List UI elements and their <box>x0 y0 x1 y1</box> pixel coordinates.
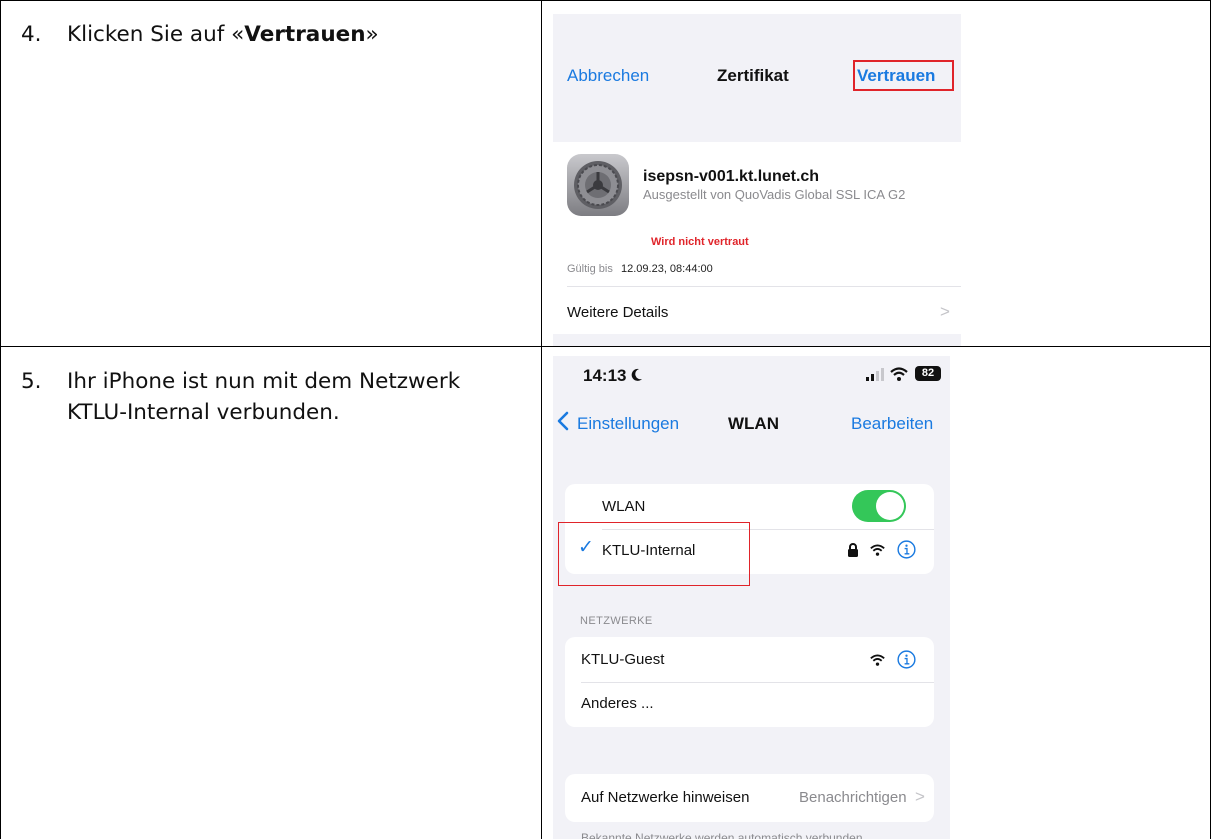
moon-icon <box>631 368 643 381</box>
settings-gear-icon <box>567 154 629 216</box>
network-name[interactable]: Anderes ... <box>581 695 654 712</box>
info-icon[interactable] <box>897 540 916 559</box>
info-icon[interactable] <box>897 650 916 669</box>
networks-section-header: NETZWERKE <box>580 615 653 627</box>
valid-until-value: 12.09.23, 08:44:00 <box>621 263 713 275</box>
wifi-icon <box>870 544 885 556</box>
certificate-title: Zertifikat <box>717 66 789 85</box>
chevron-left-icon[interactable] <box>556 411 570 436</box>
lock-icon <box>848 543 858 557</box>
trust-button-highlight <box>853 60 954 91</box>
step-number: 5. <box>21 369 42 394</box>
step-text-bold: Vertrauen <box>244 22 366 47</box>
table-column-divider <box>541 0 542 839</box>
certificate-issuer: Ausgestellt von QuoVadis Global SSL ICA … <box>643 187 906 202</box>
notify-card[interactable]: Auf Netzwerke hinweisen Benachrichtigen … <box>565 774 934 822</box>
table-left-border <box>0 0 1 839</box>
bottom-background <box>553 334 961 346</box>
wlan-screenshot: 14:13 82 Einstellungen WLAN Bearbeiten W… <box>553 356 950 839</box>
network-name[interactable]: KTLU-Guest <box>581 651 664 668</box>
battery-icon: 82 <box>915 366 941 381</box>
instruction-table: 4. Klicken Sie auf «Vertrauen» 5. Ihr iP… <box>0 0 1211 839</box>
chevron-right-icon: > <box>940 302 950 321</box>
edit-button[interactable]: Bearbeiten <box>851 414 933 434</box>
table-row-divider <box>0 346 1211 347</box>
valid-until-label: Gültig bis <box>567 263 613 275</box>
networks-card: KTLU-Guest Anderes ... <box>565 637 934 727</box>
page-title: WLAN <box>728 414 779 433</box>
cellular-signal-icon <box>866 368 884 381</box>
back-button[interactable]: Einstellungen <box>577 414 679 434</box>
certificate-screenshot: Abbrechen Zertifikat Vertrauen isepsn-v0… <box>553 14 961 346</box>
connected-network-highlight <box>558 522 750 586</box>
wifi-icon <box>890 367 908 381</box>
step-text-prefix: Klicken Sie auf « <box>67 22 245 47</box>
chevron-right-icon: > <box>915 787 925 806</box>
step-text: Klicken Sie auf «Vertrauen» <box>67 19 527 50</box>
cancel-button[interactable]: Abbrechen <box>567 66 649 86</box>
known-networks-footer: Bekannte Netzwerke werden automatisch ve… <box>581 831 866 839</box>
certificate-hostname: isepsn-v001.kt.lunet.ch <box>643 168 820 185</box>
trust-status: Wird nicht vertraut <box>651 236 749 248</box>
toggle-knob <box>876 492 904 520</box>
wlan-toggle[interactable] <box>852 490 906 522</box>
divider <box>581 682 934 683</box>
wifi-icon <box>870 654 885 666</box>
divider <box>567 286 961 287</box>
more-details-row[interactable]: Weitere Details <box>567 304 668 321</box>
table-top-border <box>0 0 1211 1</box>
notify-networks-label: Auf Netzwerke hinweisen <box>581 789 750 806</box>
step-text-suffix: » <box>365 22 379 47</box>
notify-networks-value: Benachrichtigen <box>799 789 907 806</box>
status-time: 14:13 <box>583 366 643 386</box>
battery-level: 82 <box>921 367 935 379</box>
wlan-toggle-label: WLAN <box>602 498 646 515</box>
status-time-text: 14:13 <box>583 366 627 385</box>
step-text: Ihr iPhone ist nun mit dem Netzwerk KTLU… <box>67 369 461 425</box>
step-number: 4. <box>21 22 42 47</box>
